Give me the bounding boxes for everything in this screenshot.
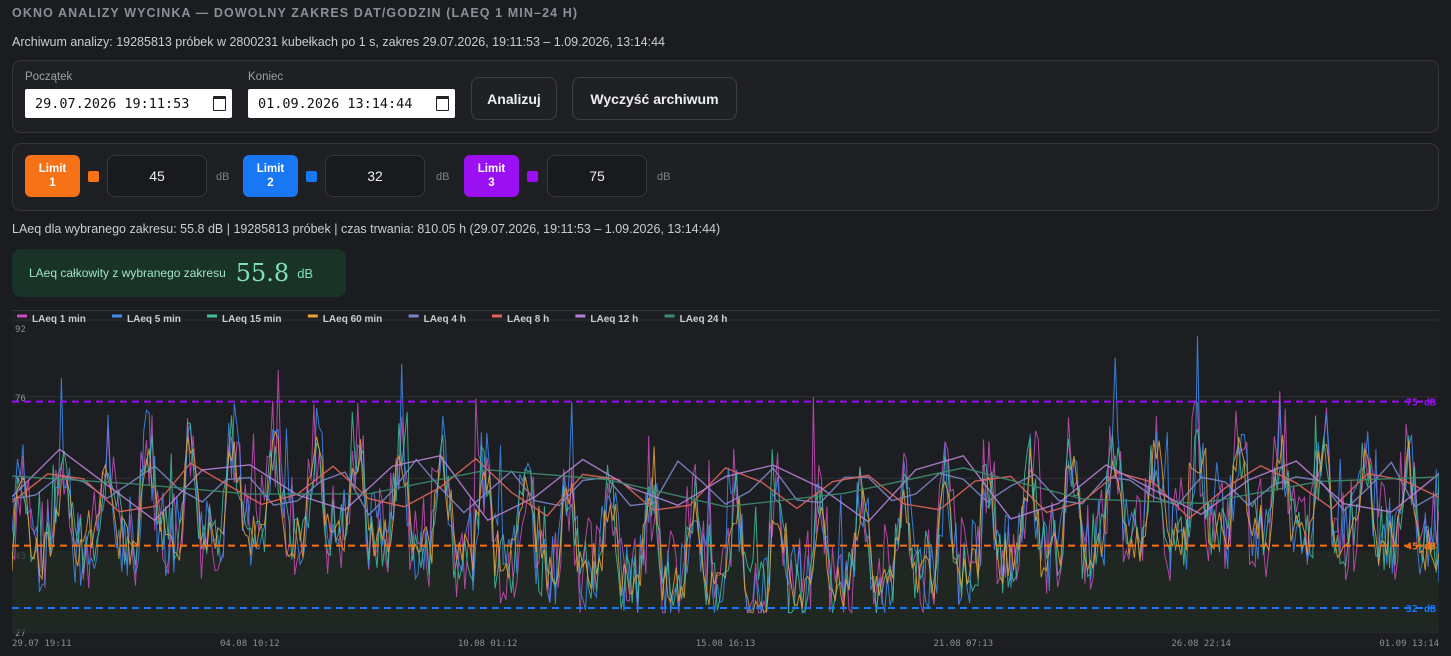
range-panel: Początek 29.07.2026 19:11:53 Koniec 01.0…	[12, 60, 1439, 133]
page-title: OKNO ANALIZY WYCINKA — DOWOLNY ZAKRES DA…	[12, 6, 579, 20]
limit-3-number: 3	[488, 177, 495, 189]
start-label: Początek	[25, 71, 73, 83]
total-laeq-label: LAeq całkowity z wybranego zakresu	[29, 266, 226, 280]
limit-3-name: Limit	[477, 163, 506, 175]
limit-3-color-swatch[interactable]	[527, 171, 538, 182]
x-tick-label: 10.08 01:12	[458, 639, 518, 649]
limits-panel: Limit 1 45 dB Limit 2 32 dB Limit 3 75 d…	[12, 143, 1439, 211]
limit-2-name: Limit	[256, 163, 285, 175]
x-tick-label: 26.08 22:14	[1171, 639, 1231, 649]
limit-1-name: Limit	[38, 163, 67, 175]
start-field: Początek 29.07.2026 19:11:53	[25, 71, 232, 118]
x-tick-label: 04.08 10:12	[220, 639, 280, 649]
legend-label: LAeq 15 min	[222, 314, 281, 325]
limit-2-button[interactable]: Limit 2	[243, 155, 298, 197]
legend-label: LAeq 60 min	[323, 314, 382, 325]
end-datetime-value: 01.09.2026 13:14:44	[258, 95, 413, 112]
limit-1-unit: dB	[216, 171, 230, 183]
clear-archive-button[interactable]: Wyczyść archiwum	[572, 77, 737, 120]
range-summary: LAeq dla wybranego zakresu: 55.8 dB | 19…	[12, 222, 721, 236]
laeq-chart[interactable]: 927659432775 dB45 dB32 dBLAeq 1 minLAeq …	[12, 310, 1439, 650]
end-label: Koniec	[248, 71, 284, 83]
y-tick-label: 92	[15, 325, 26, 335]
analyze-button[interactable]: Analizuj	[471, 77, 557, 120]
end-field: Koniec 01.09.2026 13:14:44	[248, 71, 455, 118]
limit-3-button[interactable]: Limit 3	[464, 155, 519, 197]
x-tick-label: 29.07 19:11	[12, 639, 72, 649]
legend-label: LAeq 5 min	[127, 314, 181, 325]
limit-line-label: 45 dB	[1406, 542, 1436, 553]
limit-2-input[interactable]: 32	[325, 155, 425, 197]
limit-2-color-swatch[interactable]	[306, 171, 317, 182]
limit-2-number: 2	[267, 177, 274, 189]
limit-line-label: 32 dB	[1406, 604, 1436, 615]
limit-1-button[interactable]: Limit 1	[25, 155, 80, 197]
limit-3-unit: dB	[657, 171, 671, 183]
calendar-icon[interactable]	[213, 96, 226, 111]
limit-3-input[interactable]: 75	[547, 155, 647, 197]
total-laeq-unit: dB	[297, 265, 314, 281]
total-laeq-card: LAeq całkowity z wybranego zakresu 55.8 …	[12, 249, 346, 297]
legend-label: LAeq 12 h	[590, 314, 638, 325]
calendar-icon[interactable]	[436, 96, 449, 111]
limit-2-unit: dB	[436, 171, 450, 183]
x-tick-label: 15.08 16:13	[696, 639, 756, 649]
limit-1-color-swatch[interactable]	[88, 171, 99, 182]
legend-label: LAeq 24 h	[680, 314, 728, 325]
limit-line-label: 75 dB	[1406, 398, 1436, 409]
archive-info: Archiwum analizy: 19285813 próbek w 2800…	[12, 35, 666, 49]
start-datetime-input[interactable]: 29.07.2026 19:11:53	[25, 89, 232, 118]
end-datetime-input[interactable]: 01.09.2026 13:14:44	[248, 89, 455, 118]
x-tick-label: 21.08 07:13	[934, 639, 994, 649]
total-laeq-value: 55.8	[235, 259, 290, 287]
x-tick-label: 01.09 13:14	[1379, 639, 1439, 649]
limit-1-number: 1	[49, 177, 56, 189]
legend-label: LAeq 8 h	[507, 314, 549, 325]
legend-label: LAeq 4 h	[424, 314, 466, 325]
start-datetime-value: 29.07.2026 19:11:53	[35, 95, 190, 112]
limit-1-input[interactable]: 45	[107, 155, 207, 197]
legend-label: LAeq 1 min	[32, 314, 86, 325]
